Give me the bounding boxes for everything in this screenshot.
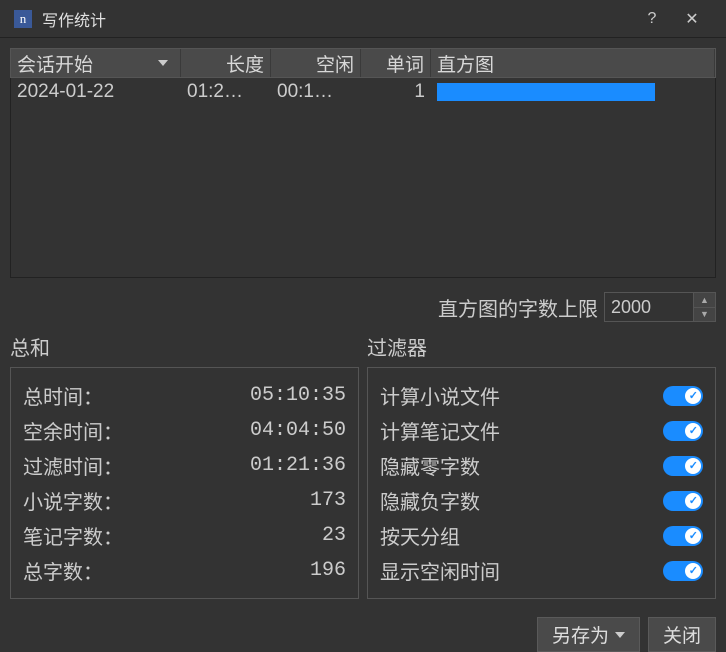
check-icon: ✓	[689, 529, 698, 542]
column-label: 单词	[386, 50, 424, 77]
filters-panel: 过滤器 计算小说文件✓ 计算笔记文件✓ 隐藏零字数✓ 隐藏负字数✓ 按天分组✓ …	[367, 332, 716, 599]
table-header: 会话开始 长度 空闲 单词 直方图	[10, 48, 716, 78]
save-as-button[interactable]: 另存为	[537, 617, 640, 652]
cell-words: 1	[361, 81, 431, 103]
toggle-switch[interactable]: ✓	[663, 491, 703, 511]
histogram-bar	[437, 83, 655, 101]
filter-label: 计算笔记文件	[380, 416, 500, 445]
table-body: 2024-01-22 01:2… 00:1… 1	[10, 78, 716, 278]
stat-value: 196	[310, 559, 346, 582]
column-words[interactable]: 单词	[361, 49, 431, 77]
check-icon: ✓	[689, 459, 698, 472]
column-idle[interactable]: 空闲	[271, 49, 361, 77]
histogram-limit-spinner[interactable]: ▲ ▼	[604, 292, 716, 322]
filter-label: 显示空闲时间	[380, 556, 500, 585]
table-row[interactable]: 2024-01-22 01:2… 00:1… 1	[11, 78, 715, 106]
filter-count-notes: 计算笔记文件 ✓	[380, 413, 703, 448]
column-label: 会话开始	[17, 50, 93, 77]
button-label: 关闭	[663, 621, 701, 648]
filter-label: 按天分组	[380, 521, 460, 550]
stat-value: 01:21:36	[250, 454, 346, 477]
filter-hide-negative: 隐藏负字数 ✓	[380, 483, 703, 518]
stat-total-time: 总时间： 05:10:35	[23, 378, 346, 413]
histogram-limit-row: 直方图的字数上限 ▲ ▼	[10, 292, 716, 322]
filters-title: 过滤器	[367, 332, 716, 361]
column-histogram[interactable]: 直方图	[431, 49, 715, 77]
stat-value: 173	[310, 489, 346, 512]
stat-idle-time: 空余时间： 04:04:50	[23, 413, 346, 448]
titlebar: n 写作统计 ? ✕	[0, 0, 726, 38]
help-button[interactable]: ?	[632, 10, 672, 28]
filter-show-idle: 显示空闲时间 ✓	[380, 553, 703, 588]
close-window-button[interactable]: ✕	[672, 9, 712, 29]
column-label: 直方图	[437, 50, 494, 77]
stat-label: 总字数：	[23, 556, 103, 585]
column-length[interactable]: 长度	[181, 49, 271, 77]
column-label: 空闲	[316, 50, 354, 77]
histogram-limit-input[interactable]	[604, 292, 694, 322]
chevron-down-icon	[615, 632, 625, 638]
column-session-start[interactable]: 会话开始	[11, 49, 181, 77]
window-title: 写作统计	[42, 7, 632, 31]
spinner-up-icon[interactable]: ▲	[694, 293, 715, 308]
cell-histogram	[431, 83, 715, 101]
stat-value: 05:10:35	[250, 384, 346, 407]
check-icon: ✓	[689, 424, 698, 437]
stat-total-words: 总字数： 196	[23, 553, 346, 588]
column-label: 长度	[226, 50, 264, 77]
close-button[interactable]: 关闭	[648, 617, 716, 652]
totals-title: 总和	[10, 332, 359, 361]
stat-note-words: 笔记字数： 23	[23, 518, 346, 553]
stat-label: 总时间：	[23, 381, 103, 410]
stat-label: 笔记字数：	[23, 521, 123, 550]
toggle-switch[interactable]: ✓	[663, 456, 703, 476]
totals-panel: 总和 总时间： 05:10:35 空余时间： 04:04:50 过滤时间： 01:21…	[10, 332, 359, 599]
filter-label: 计算小说文件	[380, 381, 500, 410]
filter-label: 隐藏零字数	[380, 451, 480, 480]
spinner-down-icon[interactable]: ▼	[694, 308, 715, 322]
cell-length: 01:2…	[181, 81, 271, 103]
stat-label: 空余时间：	[23, 416, 123, 445]
check-icon: ✓	[689, 564, 698, 577]
histogram-limit-label: 直方图的字数上限	[438, 293, 598, 322]
stat-label: 小说字数：	[23, 486, 123, 515]
stat-value: 04:04:50	[250, 419, 346, 442]
toggle-switch[interactable]: ✓	[663, 561, 703, 581]
stat-label: 过滤时间：	[23, 451, 123, 480]
filter-count-novel: 计算小说文件 ✓	[380, 378, 703, 413]
toggle-switch[interactable]: ✓	[663, 421, 703, 441]
check-icon: ✓	[689, 494, 698, 507]
app-icon: n	[14, 10, 32, 28]
cell-session: 2024-01-22	[11, 81, 181, 103]
check-icon: ✓	[689, 389, 698, 402]
filter-group-by-day: 按天分组 ✓	[380, 518, 703, 553]
toggle-switch[interactable]: ✓	[663, 386, 703, 406]
sort-descending-icon	[158, 60, 168, 66]
filter-hide-zero: 隐藏零字数 ✓	[380, 448, 703, 483]
stat-filtered-time: 过滤时间： 01:21:36	[23, 448, 346, 483]
cell-idle: 00:1…	[271, 81, 361, 103]
stat-value: 23	[322, 524, 346, 547]
stat-novel-words: 小说字数： 173	[23, 483, 346, 518]
filter-label: 隐藏负字数	[380, 486, 480, 515]
toggle-switch[interactable]: ✓	[663, 526, 703, 546]
button-label: 另存为	[552, 621, 609, 648]
